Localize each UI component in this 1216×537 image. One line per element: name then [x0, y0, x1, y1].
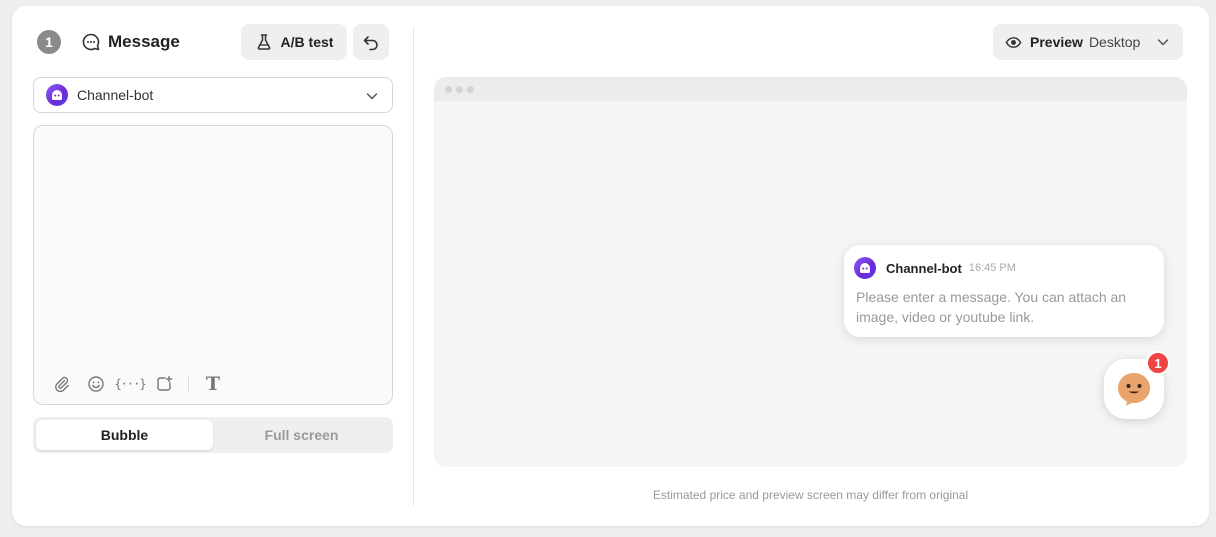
bubble-time: 16:45 PM [968, 262, 1016, 274]
add-media-icon[interactable] [154, 374, 174, 394]
step-number-badge: 1 [37, 30, 61, 54]
chevron-down-icon [1157, 39, 1169, 46]
undo-icon [363, 36, 378, 51]
message-bubble-icon [82, 33, 100, 51]
toggle-bubble[interactable]: Bubble [36, 420, 213, 450]
ab-test-label: A/B test [280, 34, 334, 50]
bot-face-icon [860, 263, 870, 273]
preview-browser-frame: Channel-bot 16:45 PM Please enter a mess… [434, 77, 1187, 467]
bot-face-icon [52, 90, 62, 100]
preview-mode-select[interactable]: Preview Desktop [993, 24, 1183, 60]
display-mode-toggle: Bubble Full screen [33, 417, 393, 453]
toolbar-divider [188, 375, 189, 393]
window-dot [456, 85, 463, 93]
variable-icon[interactable]: {···} [114, 374, 146, 394]
eye-icon [1005, 36, 1022, 48]
bot-avatar [46, 84, 68, 106]
text-format-icon[interactable]: T [203, 373, 223, 395]
launcher-face-icon [1118, 373, 1150, 406]
bot-avatar [854, 257, 876, 279]
page-title: Message [108, 32, 180, 51]
unread-count-badge: 1 [1146, 351, 1170, 375]
attach-icon[interactable] [52, 374, 72, 394]
panel-divider [413, 26, 414, 506]
bot-select-value: Channel-bot [77, 87, 154, 103]
preview-mode-value: Desktop [1088, 34, 1141, 50]
chevron-down-icon [366, 93, 378, 100]
ab-test-button[interactable]: A/B test [241, 24, 347, 60]
message-step-card: 1 Message A/B test Channel-bot {···} T B… [12, 6, 1209, 526]
preview-disclaimer: Estimated price and preview screen may d… [652, 488, 969, 502]
editor-toolbar: {···} T [52, 373, 223, 395]
message-editor[interactable]: {···} T [33, 125, 393, 405]
window-dot [467, 85, 474, 93]
bubble-message-text: Please enter a message. You can attach a… [856, 289, 1127, 325]
undo-button[interactable] [353, 24, 389, 60]
toggle-full-screen[interactable]: Full screen [213, 420, 390, 450]
browser-title-bar [434, 77, 1187, 101]
bubble-sender: Channel-bot [886, 260, 962, 276]
message-preview-bubble: Channel-bot 16:45 PM Please enter a mess… [844, 245, 1164, 337]
emoji-icon[interactable] [86, 374, 106, 394]
flask-icon [257, 34, 270, 50]
preview-label: Preview [1030, 34, 1083, 50]
bot-select[interactable]: Channel-bot [33, 77, 393, 113]
window-dot [445, 85, 452, 93]
chat-launcher-button[interactable]: 1 [1104, 351, 1170, 419]
